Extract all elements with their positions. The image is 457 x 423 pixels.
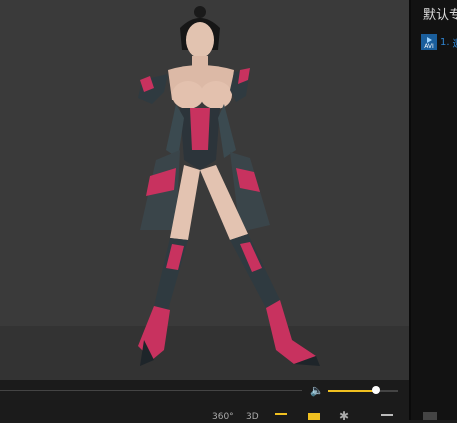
progress-bar[interactable]	[0, 390, 302, 391]
playlist-item[interactable]: AVI 1. 邀	[421, 34, 457, 50]
3d-button[interactable]: 3D	[246, 412, 259, 422]
view-360-button[interactable]: 360°	[212, 412, 234, 422]
volume-fill	[328, 390, 376, 392]
playlist-item-index: 1.	[440, 36, 450, 48]
gear-icon[interactable]: ✱	[339, 409, 349, 423]
volume-icon[interactable]: 🔈	[310, 384, 324, 397]
playlist-title: 默认专	[423, 8, 457, 23]
video-viewport[interactable]	[0, 0, 409, 380]
volume-slider[interactable]	[328, 390, 398, 392]
playlist-sidebar: 默认专 AVI 1. 邀	[409, 0, 457, 420]
menu-icon[interactable]	[381, 414, 393, 416]
control-bar: 🔈 360° 3D ✱	[0, 380, 409, 423]
sidebar-bottom-button[interactable]	[423, 412, 437, 420]
list-icon[interactable]	[275, 413, 287, 422]
character-figure	[138, 6, 320, 366]
avi-file-icon: AVI	[421, 34, 437, 50]
playlist-item-label: 邀	[453, 35, 457, 50]
volume-knob[interactable]	[371, 386, 380, 394]
screenshot-icon[interactable]	[308, 413, 320, 420]
